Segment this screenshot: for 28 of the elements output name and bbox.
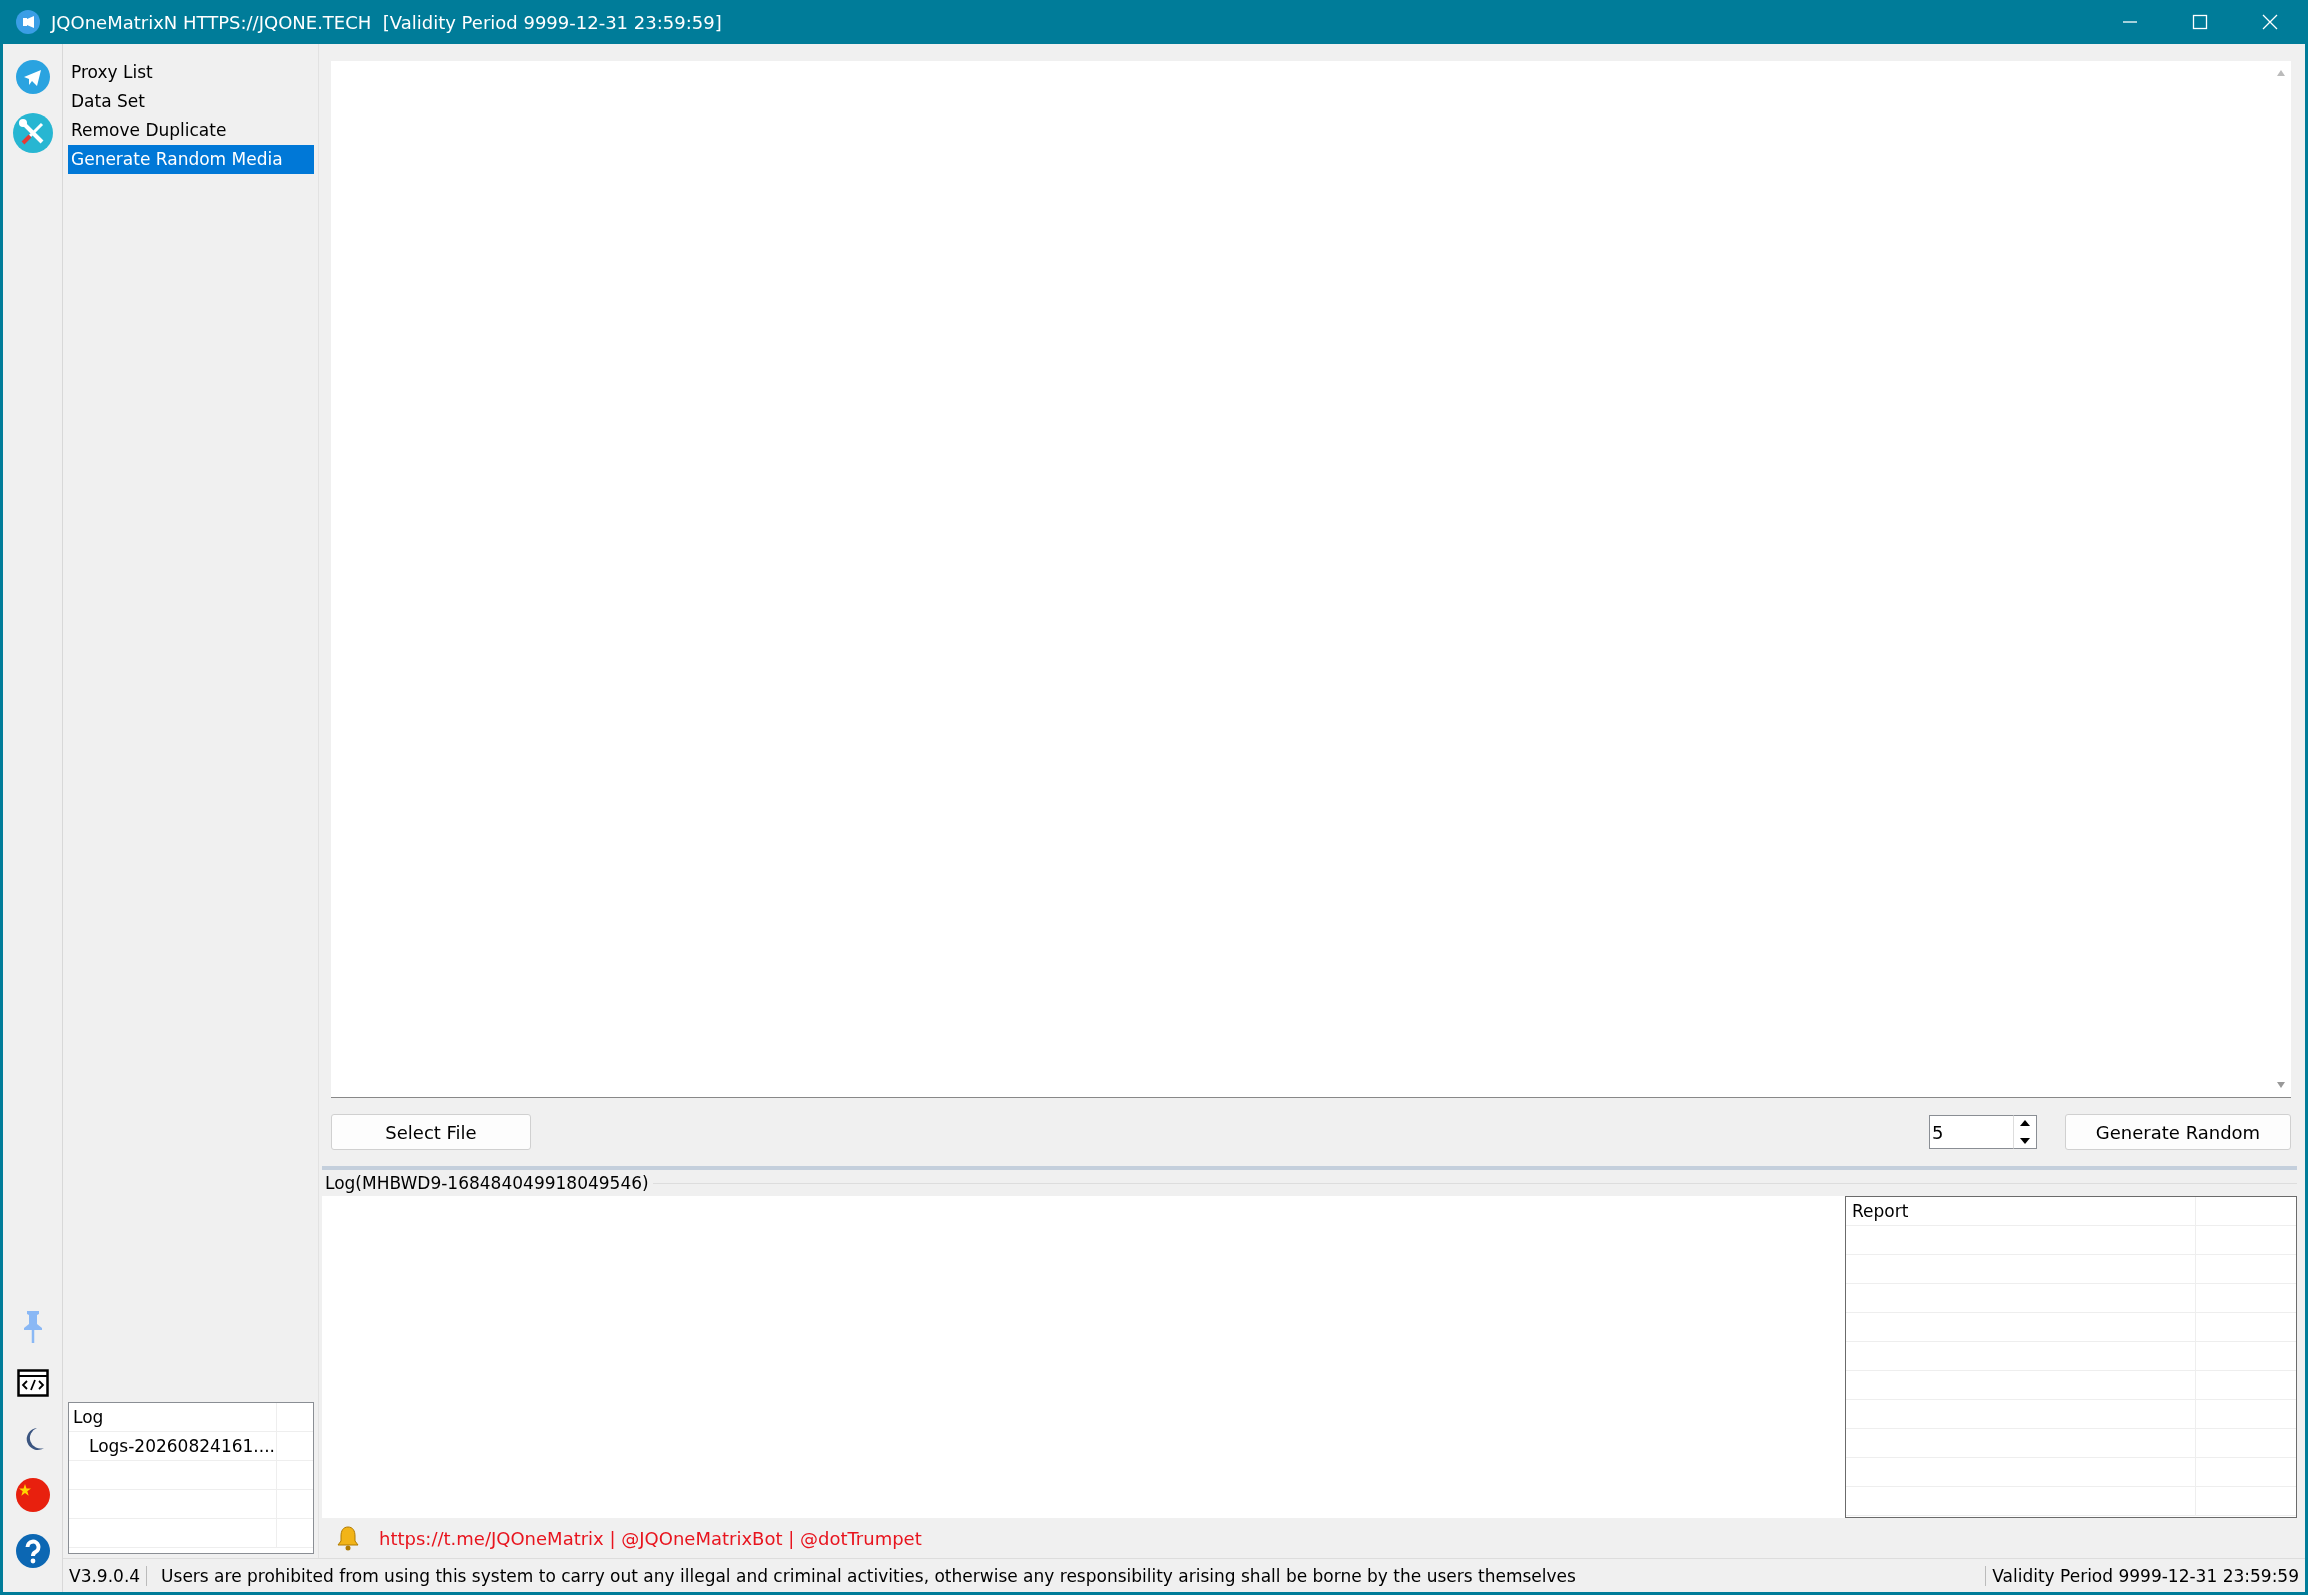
count-field[interactable]: 5 (1929, 1115, 2013, 1149)
code-window-icon (16, 1369, 49, 1397)
disclaimer-text: Users are prohibited from using this system to carry out any illegal and criminal activities, otherwise any responsibility arising shall be borne by the users themselves (147, 1565, 1987, 1586)
window-title: JQOneMatrixN HTTPS://JQONE.TECH [Validity Period 9999-12-31 23:59:59] (51, 11, 723, 33)
spin-buttons[interactable] (2013, 1115, 2037, 1149)
nav-item[interactable]: Remove Duplicate (68, 116, 314, 145)
column-header: Report (1846, 1197, 2196, 1225)
wrench-screwdriver-icon (11, 112, 54, 154)
version-label: V3.9.0.4 (63, 1565, 148, 1586)
minimize-icon (2122, 21, 2138, 23)
close-icon (2262, 14, 2278, 30)
nav-item[interactable]: Generate Random Media (68, 145, 314, 174)
scroll-up-icon (2276, 69, 2286, 77)
help-icon (14, 1533, 51, 1569)
tree-item[interactable]: Logs-20260824161.... (69, 1432, 277, 1460)
scroll-down-icon (2276, 1081, 2286, 1089)
nav-item[interactable]: Data Set (68, 87, 314, 116)
paper-plane-icon (14, 59, 51, 95)
log-title: Log(MHBWD9-168484049918049546) (325, 1173, 649, 1193)
flag-icon (14, 1477, 51, 1513)
generate-random-button[interactable]: Generate Random (2065, 1114, 2291, 1150)
nav-item[interactable]: Proxy List (68, 58, 314, 87)
select-file-button[interactable]: Select File (331, 1114, 531, 1150)
validity-label: Validity Period 9999-12-31 23:59:59 (1991, 1565, 2300, 1586)
bell-icon (337, 1525, 359, 1551)
tree-header: Log (69, 1403, 277, 1431)
maximize-icon (2192, 14, 2208, 30)
contact-links[interactable]: https://t.me/JQOneMatrix | @JQOneMatrixBot | @dotTrumpet (379, 1527, 922, 1549)
